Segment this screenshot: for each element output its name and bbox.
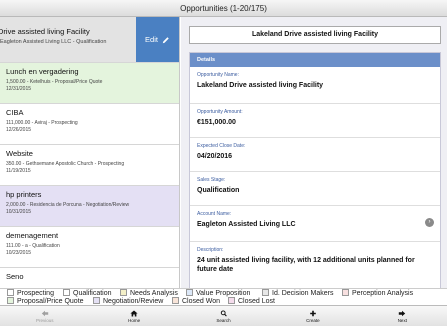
detail-title: Lakeland Drive assisted living Facility	[189, 26, 441, 44]
field-label: Description:	[197, 247, 224, 253]
legend-label: Prospecting	[17, 290, 54, 297]
field-value: €151,000.00	[197, 119, 236, 126]
list-item[interactable]: Website 350.00 - Gethsemane Apostolic Ch…	[0, 145, 179, 186]
legend-label: Id. Decision Makers	[272, 290, 334, 297]
arrow-right-icon	[399, 310, 406, 316]
field-opportunity-amount: Opportunity Amount: €151,000.00	[190, 104, 440, 138]
detail-pane: Lakeland Drive assisted living Facility …	[181, 17, 447, 288]
field-label: Opportunity Name:	[197, 72, 239, 78]
home-icon	[130, 310, 138, 316]
field-label: Expected Close Date:	[197, 143, 246, 149]
legend-swatch	[186, 289, 193, 296]
list-item-detail: 350.00 - Gethsemane Apostolic Church - P…	[6, 161, 125, 167]
sales-stage-legend: Prospecting Qualification Needs Analysis…	[0, 288, 447, 305]
list-item-detail: 1,500.00 - Ketelhuis - Proposal/Price Qu…	[6, 79, 103, 85]
legend-swatch	[63, 289, 70, 296]
list-item[interactable]: Seno	[0, 268, 179, 288]
list-item-name: CIBA	[6, 108, 24, 117]
legend-swatch	[7, 289, 14, 296]
list-item[interactable]: hp printers 2,000.00 - Residencia de Por…	[0, 186, 179, 227]
field-sales-stage: Sales Stage: Qualification	[190, 172, 440, 206]
list-item[interactable]: demenagement 111.00 - a - Qualification …	[0, 227, 179, 268]
field-close-date: Expected Close Date: 04/20/2016	[190, 138, 440, 172]
field-value: 24 unit assisted living facility, with 1…	[197, 257, 415, 273]
list-item-name: Seno	[6, 272, 24, 281]
legend-label: Closed Won	[182, 298, 221, 305]
list-item-selected[interactable]: Drive assisted living Facility Eagleton …	[0, 17, 179, 63]
list-item-name: hp printers	[6, 190, 42, 199]
section-header: Details	[190, 53, 440, 67]
create-label: Create	[306, 317, 320, 323]
home-button[interactable]: Home	[89, 306, 178, 326]
list-item-name: demenagement	[6, 231, 59, 240]
field-label: Opportunity Amount:	[197, 109, 243, 115]
next-button[interactable]: Next	[358, 306, 447, 326]
field-opportunity-name: Opportunity Name: Lakeland Drive assiste…	[190, 67, 440, 104]
field-label: Sales Stage:	[197, 177, 226, 183]
legend-label: Closed Lost	[238, 298, 275, 305]
legend-label: Perception Analysis	[352, 290, 414, 297]
edit-button[interactable]: Edit	[136, 17, 179, 62]
list-item-name: Lunch en vergadering	[6, 67, 79, 76]
list-item-name: Website	[6, 149, 33, 158]
plus-icon	[310, 310, 316, 316]
list-item-date: 10/31/2015	[6, 209, 32, 215]
list-item-date: 11/19/2015	[6, 168, 31, 174]
legend-swatch	[342, 289, 349, 296]
list-item-detail: 111.00 - a - Qualification	[6, 243, 60, 249]
edit-label: Edit	[145, 35, 158, 44]
bottom-toolbar: Previous Home Search Create Next	[0, 305, 447, 326]
legend-label: Negotiation/Review	[103, 298, 164, 305]
legend-label: Proposal/Price Quote	[17, 298, 84, 305]
list-item-detail: 111,000.00 - Aviraj - Prospecting	[6, 120, 78, 126]
field-value: 04/20/2016	[197, 153, 233, 160]
list-item-date: 12/31/2015	[6, 86, 32, 92]
list-item[interactable]: Lunch en vergadering 1,500.00 - Ketelhui…	[0, 63, 179, 104]
legend-swatch	[120, 289, 127, 296]
create-button[interactable]: Create	[268, 306, 357, 326]
page-title: Opportunities (1-20/175)	[0, 0, 447, 17]
details-card: Details Opportunity Name: Lakeland Drive…	[189, 52, 441, 288]
legend-entry: Perception Analysis	[342, 289, 413, 298]
pencil-icon	[162, 36, 169, 43]
home-label: Home	[128, 317, 141, 323]
field-description: Description: 24 unit assisted living fac…	[190, 242, 440, 288]
search-button[interactable]: Search	[179, 306, 268, 326]
chevron-right-icon[interactable]: ›	[425, 218, 434, 227]
previous-label: Previous	[35, 317, 54, 323]
previous-button[interactable]: Previous	[0, 306, 89, 326]
list-item-detail: 2,000.00 - Residencia de Porcuna - Negot…	[6, 202, 130, 208]
next-label: Next	[397, 317, 407, 323]
app-window: Opportunities (1-20/175) Drive assisted …	[0, 0, 447, 326]
legend-label: Qualification	[73, 290, 112, 297]
field-label: Account Name:	[197, 211, 232, 217]
arrow-left-icon	[41, 310, 48, 316]
opportunity-list[interactable]: Drive assisted living Facility Eagleton …	[0, 17, 180, 288]
legend-swatch	[228, 297, 235, 304]
legend-swatch	[7, 297, 14, 304]
legend-swatch	[172, 297, 179, 304]
search-label: Search	[216, 317, 231, 323]
search-icon	[220, 309, 227, 317]
field-value: Eagleton Assisted Living LLC	[197, 221, 296, 228]
legend-swatch	[262, 289, 269, 296]
list-item-date: 10/23/2015	[6, 250, 32, 256]
field-value: Lakeland Drive assisted living Facility	[197, 82, 324, 89]
field-value: Qualification	[197, 187, 240, 194]
legend-label: Needs Analysis	[130, 290, 178, 297]
legend-label: Value Proposition	[196, 290, 251, 297]
field-account-name[interactable]: Account Name: Eagleton Assisted Living L…	[190, 206, 440, 242]
list-item[interactable]: CIBA 111,000.00 - Aviraj - Prospecting 1…	[0, 104, 179, 145]
legend-swatch	[93, 297, 100, 304]
list-item-date: 12/26/2015	[6, 127, 32, 133]
